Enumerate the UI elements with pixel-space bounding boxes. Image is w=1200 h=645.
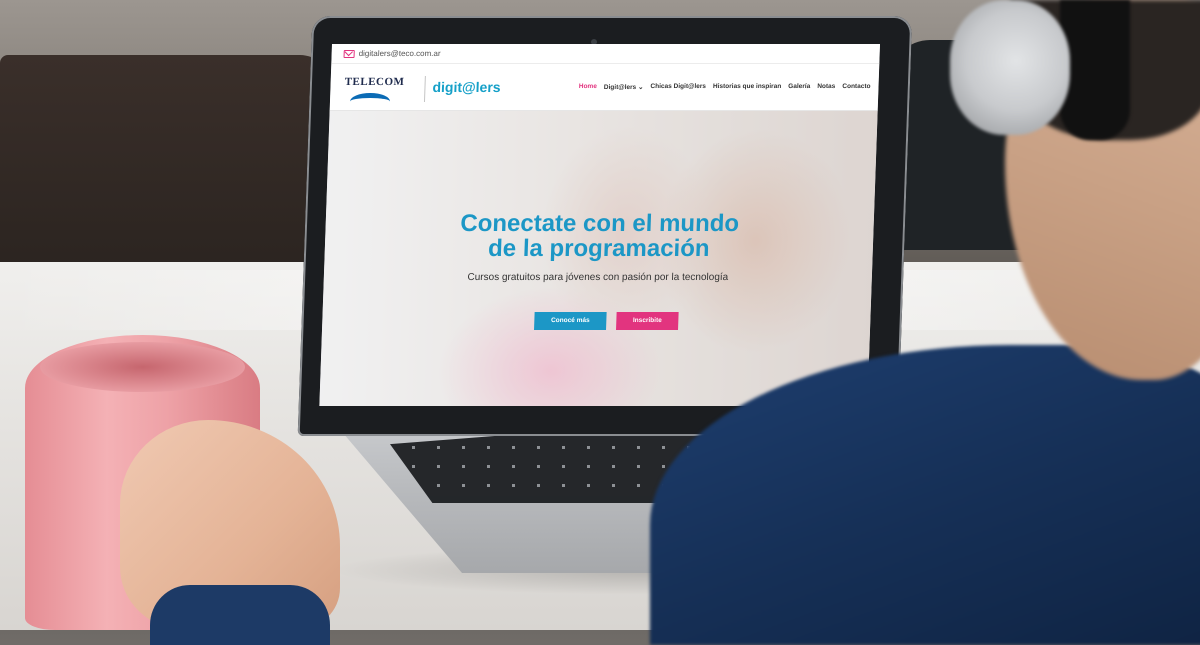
logo-divider: [423, 76, 426, 102]
mug-opening: [40, 342, 245, 392]
nav-item-contacto[interactable]: Contacto: [842, 83, 870, 91]
nav-item-chicas-digitalers[interactable]: Chicas Digit@lers: [650, 83, 706, 91]
signup-button[interactable]: Inscribite: [616, 312, 679, 330]
site-navbar: TELECOM digit@lers Home Digit@lers ⌄ Chi…: [329, 64, 880, 111]
nav-item-digitalers[interactable]: Digit@lers ⌄: [604, 83, 644, 91]
contact-email-link[interactable]: digitalers@teco.com.ar: [359, 49, 441, 58]
main-nav: Home Digit@lers ⌄ Chicas Digit@lers Hist…: [579, 83, 871, 91]
nav-item-galeria[interactable]: Galería: [788, 83, 810, 91]
sleeve-left: [150, 585, 330, 645]
nav-item-notas[interactable]: Notas: [817, 83, 835, 91]
headphone-icon: [950, 0, 1070, 135]
mail-icon: [343, 49, 355, 58]
nav-item-historias[interactable]: Historias que inspiran: [713, 83, 782, 91]
hero-title-line-2: de la programación: [487, 235, 711, 262]
nav-item-home[interactable]: Home: [579, 83, 597, 91]
hero-title: Conectate con el mundo de la programació…: [324, 210, 874, 262]
hero-title-line-1: Conectate con el mundo: [459, 210, 740, 237]
site-topbar: digitalers@teco.com.ar: [331, 44, 880, 64]
headphone-band: [1060, 0, 1130, 140]
digitalers-logo[interactable]: digit@lers: [432, 79, 501, 95]
chair-back-left: [0, 55, 330, 275]
learn-more-button[interactable]: Conocé más: [534, 312, 607, 330]
telecom-logo-arc: [349, 93, 391, 110]
hero-section: Conectate con el mundo de la programació…: [319, 111, 878, 406]
hero-subtitle: Cursos gratuitos para jóvenes con pasión…: [467, 272, 729, 283]
telecom-logo[interactable]: TELECOM: [344, 76, 404, 88]
laptop-screen: digitalers@teco.com.ar TELECOM digit@ler…: [319, 44, 881, 406]
